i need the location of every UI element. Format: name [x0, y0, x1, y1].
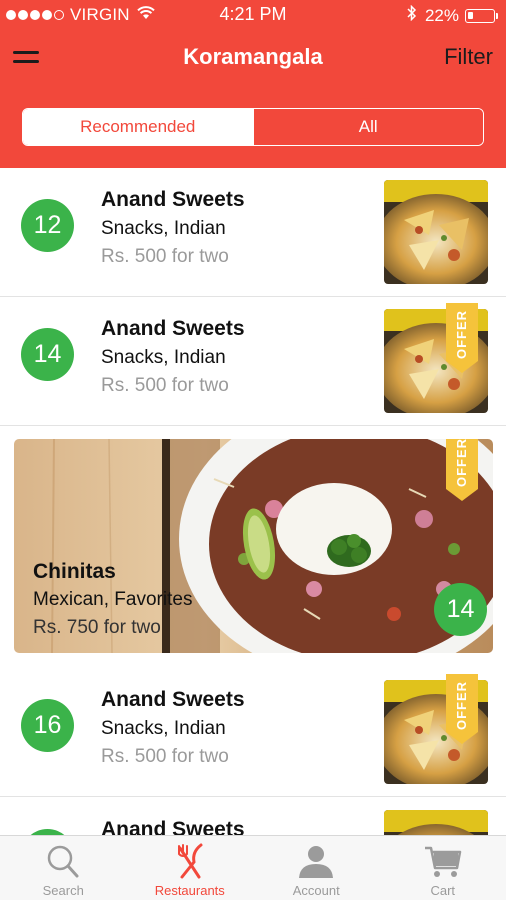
battery-status: 22% — [407, 4, 498, 26]
tab-search[interactable]: Search — [0, 836, 127, 900]
offer-ribbon: OFFER — [446, 303, 478, 375]
bluetooth-icon — [407, 4, 417, 26]
tab-bar: Search Restaurants Account Cart — [0, 835, 506, 900]
segment-all[interactable]: All — [252, 109, 483, 145]
featured-restaurant-name: Chinitas — [33, 560, 116, 583]
cart-icon — [423, 842, 463, 880]
featured-restaurant-cost: Rs. 750 for two — [33, 617, 161, 638]
featured-restaurant-card[interactable]: Chinitas Mexican, Favorites Rs. 750 for … — [14, 439, 493, 653]
tab-label: Search — [42, 883, 84, 898]
user-icon — [296, 842, 336, 880]
restaurant-row[interactable]: 12 Anand Sweets Snacks, Indian Rs. 500 f… — [0, 168, 506, 297]
restaurant-row[interactable]: 14 Anand Sweets Snacks, Indian Rs. 500 f… — [0, 297, 506, 426]
restaurant-name: Anand Sweets — [101, 688, 245, 711]
food-thumbnail — [384, 180, 488, 284]
filter-button[interactable]: Filter — [444, 44, 493, 70]
page-title: Koramangala — [183, 44, 323, 69]
restaurant-name: Anand Sweets — [101, 818, 245, 835]
restaurant-cost: Rs. 500 for two — [101, 375, 229, 396]
offer-label: OFFER — [454, 439, 470, 487]
tab-label: Account — [292, 883, 340, 898]
battery-percent: 22% — [424, 5, 459, 25]
navigation-bar: Koramangala Filter — [0, 36, 506, 80]
restaurant-row[interactable]: Anand Sweets — [0, 798, 506, 835]
restaurant-name: Anand Sweets — [101, 317, 245, 340]
restaurant-cost: Rs. 500 for two — [101, 246, 229, 267]
offer-ribbon: OFFER — [446, 674, 478, 746]
rating-badge: 12 — [21, 199, 74, 252]
restaurant-row[interactable]: 16 Anand Sweets Snacks, Indian Rs. 500 f… — [0, 668, 506, 797]
rating-badge: 14 — [21, 328, 74, 381]
status-bar: VIRGIN 4:21 PM 22% — [0, 0, 506, 30]
restaurant-cuisine: Snacks, Indian — [101, 347, 226, 368]
tab-restaurants[interactable]: Restaurants — [127, 836, 254, 900]
restaurant-list: 12 Anand Sweets Snacks, Indian Rs. 500 f… — [0, 168, 506, 835]
fork-knife-icon — [170, 842, 210, 880]
tab-label: Restaurants — [154, 883, 225, 898]
segment-recommended[interactable]: Recommended — [23, 109, 253, 145]
tab-cart[interactable]: Cart — [380, 836, 506, 900]
battery-level-fill — [468, 11, 473, 19]
featured-restaurant-cuisine: Mexican, Favorites — [33, 589, 193, 610]
segmented-control: Recommended All — [22, 108, 484, 146]
battery-icon — [465, 8, 495, 23]
restaurant-cuisine: Snacks, Indian — [101, 718, 226, 739]
offer-ribbon: OFFER — [446, 439, 478, 503]
restaurant-name: Anand Sweets — [101, 188, 245, 211]
restaurant-cuisine: Snacks, Indian — [101, 218, 226, 239]
tab-account[interactable]: Account — [253, 836, 380, 900]
app-header: VIRGIN 4:21 PM 22% Koramangala Filter Re… — [0, 0, 506, 168]
rating-badge: 16 — [21, 699, 74, 752]
tab-label: Cart — [430, 883, 456, 898]
offer-label: OFFER — [454, 680, 470, 730]
restaurant-cost: Rs. 500 for two — [101, 746, 229, 767]
offer-label: OFFER — [454, 309, 470, 359]
search-icon — [43, 842, 83, 880]
rating-badge: 14 — [434, 583, 487, 636]
food-thumbnail — [384, 810, 488, 835]
